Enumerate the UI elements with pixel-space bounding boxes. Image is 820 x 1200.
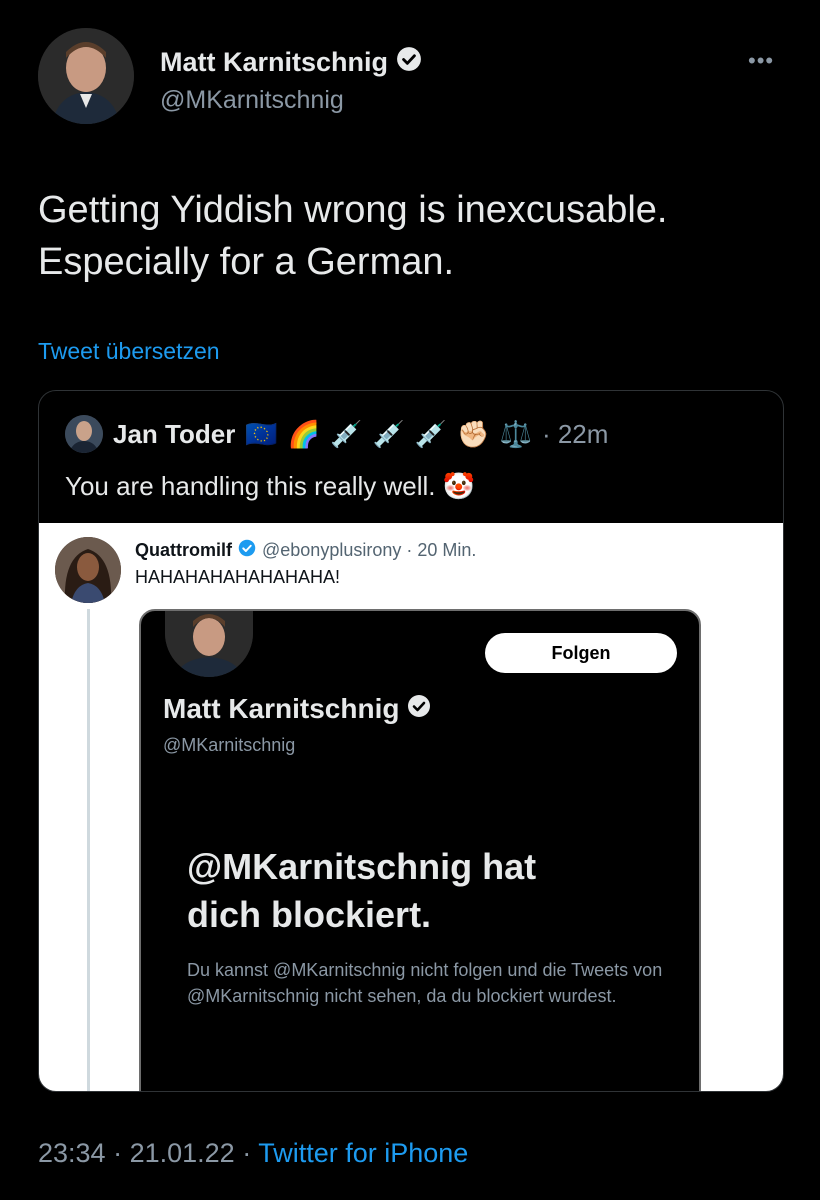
clown-face-icon: 🤡 (442, 471, 476, 501)
quoted-tweet-card[interactable]: Jan Toder 🇪🇺 🌈 💉 💉 💉 ✊🏻 ⚖️ · 22m You are… (38, 390, 784, 1092)
separator: · (113, 1138, 130, 1168)
quoted-author-name: Jan Toder (113, 418, 236, 449)
quoted-tweet-text-body: You are handling this really well. (65, 471, 436, 501)
quoted-author-emojis: 🇪🇺 🌈 💉 💉 💉 ✊🏻 ⚖️ (245, 419, 532, 450)
profile-avatar (165, 611, 253, 677)
tweet-date[interactable]: 21.01.22 (130, 1138, 235, 1168)
translate-tweet-link[interactable]: Tweet übersetzen (38, 338, 220, 365)
tweet-source-link[interactable]: Twitter for iPhone (258, 1138, 468, 1168)
blocked-title-line: @MKarnitschnig hat (187, 846, 537, 887)
profile-verified-icon (407, 693, 431, 725)
tweet-time[interactable]: 23:34 (38, 1138, 106, 1168)
scales-icon: ⚖️ (499, 418, 532, 449)
thread-line (87, 609, 90, 1091)
separator: · (242, 1138, 259, 1168)
rainbow-icon: 🌈 (287, 418, 321, 449)
profile-name-text: Matt Karnitschnig (163, 693, 400, 724)
profile-name: Matt Karnitschnig (163, 693, 431, 725)
profile-handle: @MKarnitschnig (163, 735, 296, 755)
syringe-icon: 💉 (330, 418, 363, 449)
author-name[interactable]: Matt Karnitschnig (160, 46, 422, 79)
blocked-description: Du kannst @MKarnitschnig nicht folgen un… (187, 960, 663, 1006)
embedded-tweet-text: HAHAHAHAHAHAHAHA! (135, 567, 341, 587)
tweet-text-line: Especially for a German. (38, 241, 455, 283)
syringe-icon: 💉 (414, 418, 448, 449)
embedded-verified-icon (238, 539, 256, 562)
tweet-text-line: Getting Yiddish wrong is inexcusable. (38, 189, 668, 231)
author-name-text[interactable]: Matt Karnitschnig (160, 47, 388, 78)
tweet-footer: 23:34 · 21.01.22 · Twitter for iPhone (38, 1138, 468, 1169)
blocked-title: @MKarnitschnig hat dich blockiert. (187, 843, 667, 939)
blocked-profile-screenshot: Folgen Matt Karnitschnig @MKarnitschnig … (139, 609, 701, 1091)
author-avatar[interactable] (38, 28, 134, 124)
eu-flag-icon: 🇪🇺 (245, 418, 278, 449)
raised-fist-icon: ✊🏻 (457, 418, 490, 449)
quoted-tweet-time: · 22m (541, 418, 609, 449)
embedded-tweet-meta: @ebonyplusirony · 20 Min. (262, 540, 477, 560)
author-handle[interactable]: @MKarnitschnig (160, 86, 344, 115)
blocked-title-line: dich blockiert. (187, 894, 432, 935)
more-options-icon[interactable]: ••• (748, 48, 774, 74)
quoted-tweet-text: You are handling this really well. 🤡 (65, 471, 475, 502)
follow-button: Folgen (485, 633, 677, 673)
quoted-author-avatar (65, 415, 103, 453)
embedded-author-name: Quattromilf (135, 540, 232, 560)
tweet-text: Getting Yiddish wrong is inexcusable. Es… (38, 184, 798, 288)
embedded-tweet-header: Quattromilf @ebonyplusirony · 20 Min. (135, 539, 476, 562)
syringe-icon: 💉 (372, 418, 405, 449)
quoted-tweet-image[interactable]: Quattromilf @ebonyplusirony · 20 Min. HA… (39, 523, 783, 1091)
verified-badge-icon (396, 46, 422, 79)
quoted-tweet-header: Jan Toder 🇪🇺 🌈 💉 💉 💉 ✊🏻 ⚖️ · 22m (65, 415, 608, 453)
embedded-author-avatar (55, 537, 121, 603)
